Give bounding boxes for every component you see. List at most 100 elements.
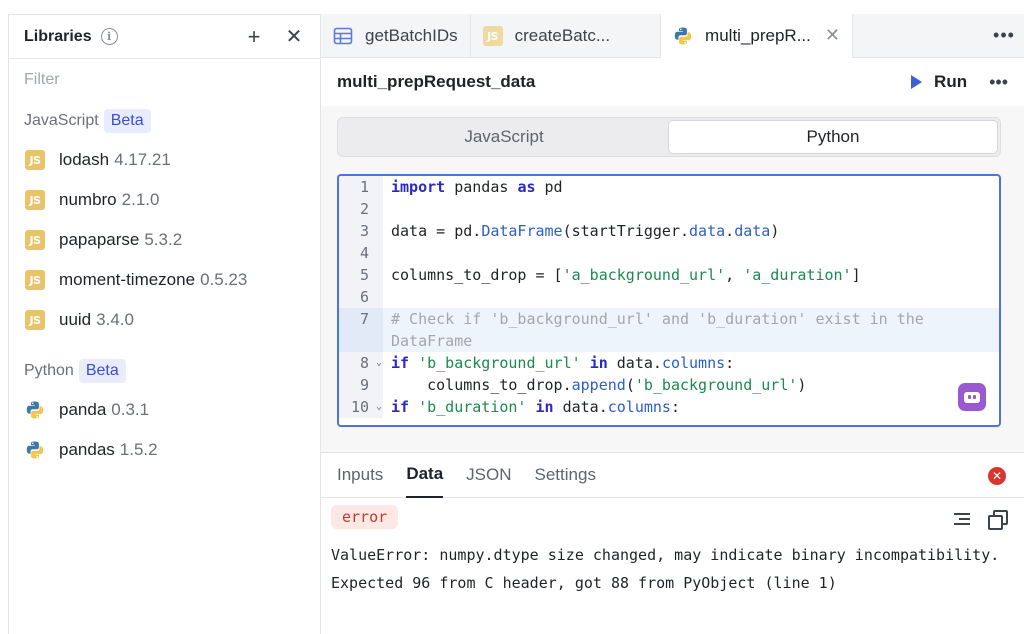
code-editor[interactable]: 1 import pandas as pd 2 3 data = pd.Data…	[337, 174, 1001, 427]
line-number: 4	[339, 242, 383, 264]
js-icon: JS	[25, 310, 45, 330]
js-icon: JS	[482, 26, 503, 46]
add-icon[interactable]: +	[242, 24, 266, 49]
code-text: columns_to_drop.append('b_background_url…	[391, 376, 807, 394]
fold-chevron-icon[interactable]: ⌄	[376, 352, 382, 374]
python-icon	[674, 27, 692, 44]
query-tabs: getBatchIDs JS createBatc... multi_prepR…	[321, 14, 1024, 58]
editor-area: JavaScript Python 1 import pandas as pd …	[321, 106, 1024, 452]
tab-data[interactable]: Data	[406, 452, 444, 498]
section-label: Python	[24, 362, 74, 379]
code-text: if 'b_duration' in data.columns:	[391, 398, 680, 416]
code-line: 2	[339, 198, 999, 220]
error-status-icon: ✕	[988, 467, 1006, 485]
tab-multi-preprequest[interactable]: multi_prepR... ✕	[661, 14, 853, 58]
play-icon	[911, 75, 923, 89]
code-line: 6	[339, 286, 999, 308]
code-text: data = pd.DataFrame(startTrigger.data.da…	[391, 222, 780, 240]
tab-close-icon[interactable]: ✕	[825, 25, 840, 46]
library-item-uuid[interactable]: JS uuid 3.4.0	[25, 300, 320, 340]
library-version: 0.5.23	[200, 270, 248, 289]
library-item-moment-timezone[interactable]: JS moment-timezone 0.5.23	[25, 260, 320, 300]
filter-input[interactable]	[24, 71, 304, 89]
library-version: 4.17.21	[114, 150, 171, 169]
library-item-papaparse[interactable]: JS papaparse 5.3.2	[25, 220, 320, 260]
js-icon: JS	[25, 230, 45, 250]
tab-createbatch[interactable]: JS createBatc...	[471, 14, 662, 58]
library-version: 5.3.2	[144, 230, 183, 249]
editor-panel: getBatchIDs JS createBatc... multi_prepR…	[321, 14, 1024, 634]
line-number: 3	[339, 220, 383, 242]
table-icon	[333, 27, 353, 45]
library-name: papaparse	[59, 230, 140, 249]
python-icon	[26, 441, 44, 459]
error-message: ValueError: numpy.dtype size changed, ma…	[331, 546, 1000, 592]
line-number: 2	[339, 198, 383, 220]
library-name: lodash	[59, 150, 110, 169]
section-label: JavaScript	[24, 112, 99, 129]
js-icon: JS	[25, 150, 45, 170]
result-body: error ValueError: numpy.dtype size chang…	[321, 498, 1024, 634]
line-number: 9	[339, 374, 383, 396]
libraries-panel: Libraries i + ✕ JavaScript Beta JS lodas…	[8, 14, 321, 634]
library-version: 3.4.0	[96, 310, 134, 329]
library-name: moment-timezone	[59, 270, 196, 289]
wrap-lines-icon[interactable]	[954, 510, 972, 528]
run-label: Run	[934, 72, 968, 91]
section-javascript: JavaScript Beta	[24, 109, 320, 133]
language-option-python[interactable]: Python	[668, 120, 998, 154]
library-item-panda[interactable]: panda 0.3.1	[25, 390, 320, 430]
code-line: 4	[339, 242, 999, 264]
library-version: 2.1.0	[121, 190, 160, 209]
beta-badge: Beta	[103, 109, 151, 133]
library-name: pandas	[59, 440, 115, 459]
libraries-header: Libraries i + ✕	[9, 15, 320, 59]
code-line: 9 columns_to_drop.append('b_background_u…	[339, 374, 999, 396]
result-toolbar	[938, 510, 1008, 530]
query-title: multi_prepRequest_data	[337, 72, 536, 91]
library-item-numbro[interactable]: JS numbro 2.1.0	[25, 180, 320, 220]
python-icon	[26, 401, 44, 419]
code-line: 8 ⌄ if 'b_background_url' in data.columns…	[339, 352, 999, 374]
tab-label: createBatc...	[514, 26, 611, 45]
tab-label: multi_prepR...	[705, 25, 811, 45]
tab-label: getBatchIDs	[365, 26, 458, 45]
fold-chevron-icon[interactable]: ⌄	[376, 396, 382, 418]
tab-inputs[interactable]: Inputs	[337, 452, 383, 498]
code-line: 1 import pandas as pd	[339, 176, 999, 198]
tab-getbatchids[interactable]: getBatchIDs	[321, 14, 471, 58]
result-tabs: Inputs Data JSON Settings ✕	[321, 452, 1024, 498]
line-number: 5	[339, 264, 383, 286]
more-options-icon[interactable]: •••	[989, 72, 1008, 93]
info-icon[interactable]: i	[100, 28, 118, 45]
library-version: 1.5.2	[119, 440, 158, 459]
run-button[interactable]: Run	[911, 72, 967, 92]
language-option-javascript[interactable]: JavaScript	[340, 120, 668, 154]
js-icon: JS	[25, 190, 45, 210]
library-item-pandas[interactable]: pandas 1.5.2	[25, 430, 320, 470]
beta-badge: Beta	[78, 359, 126, 383]
line-number: 7	[339, 308, 383, 352]
query-titlebar: multi_prepRequest_data Run •••	[321, 58, 1024, 106]
tabs-more-icon[interactable]: •••	[984, 14, 1024, 57]
copy-icon[interactable]	[988, 510, 1008, 530]
library-version: 0.3.1	[111, 400, 150, 419]
code-line: 10 ⌄ if 'b_duration' in data.columns:	[339, 396, 999, 418]
library-name: numbro	[59, 190, 117, 209]
tab-json[interactable]: JSON	[466, 452, 511, 498]
line-number: 6	[339, 286, 383, 308]
close-icon[interactable]: ✕	[282, 25, 306, 49]
copilot-robot-icon[interactable]	[958, 383, 986, 411]
code-text: if 'b_background_url' in data.columns:	[391, 354, 735, 372]
tab-settings[interactable]: Settings	[535, 452, 596, 498]
section-python: Python Beta	[24, 359, 320, 383]
js-icon: JS	[25, 270, 45, 290]
library-name: panda	[59, 400, 107, 419]
code-text: columns_to_drop = ['a_background_url', '…	[391, 266, 861, 284]
code-line: 3 data = pd.DataFrame(startTrigger.data.…	[339, 220, 999, 242]
library-item-lodash[interactable]: JS lodash 4.17.21	[25, 140, 320, 180]
code-line: 5 columns_to_drop = ['a_background_url',…	[339, 264, 999, 286]
